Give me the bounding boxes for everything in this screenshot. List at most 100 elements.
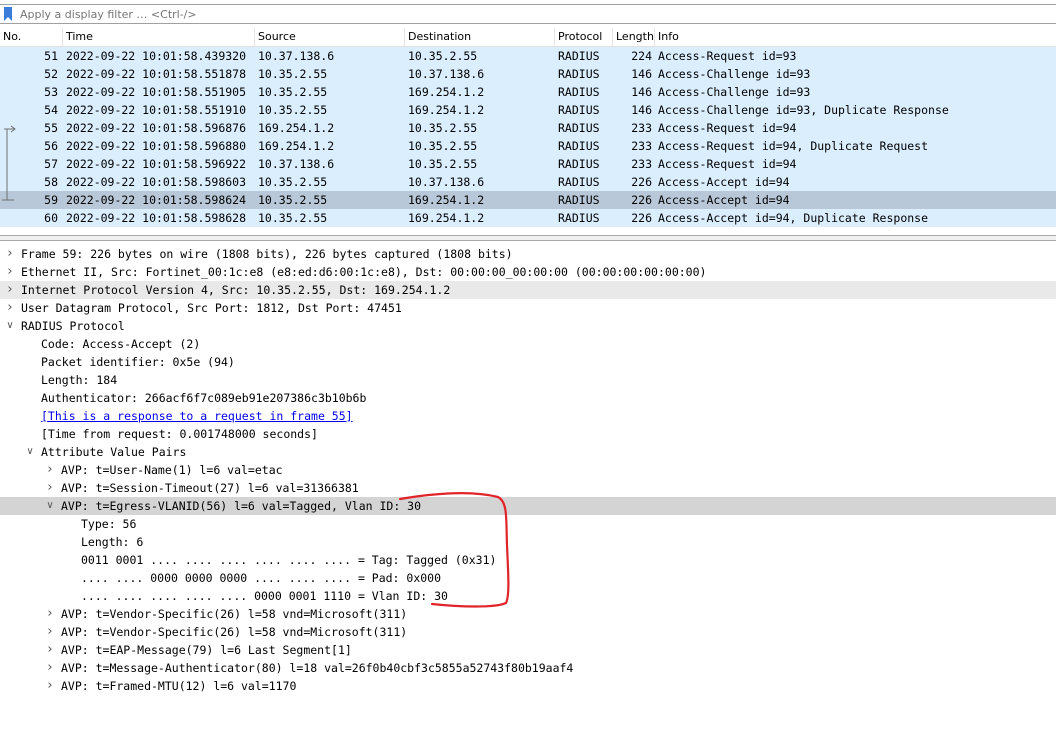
detail-tree-item[interactable]: Length: 6 [0,533,1056,551]
detail-tree-item[interactable]: › AVP: t=Framed-MTU(12) l=6 val=1170 [0,677,1056,695]
packet-length: 226 [631,211,652,225]
packet-info: Access-Request id=94 [658,121,797,135]
detail-tree-item[interactable]: Authenticator: 266acf6f7c089eb91e207386c… [0,389,1056,407]
detail-tree-item[interactable]: [This is a response to a request in fram… [0,407,1056,425]
detail-tree-label: 0011 0001 .... .... .... .... .... .... … [81,553,497,567]
detail-tree-item[interactable]: › Ethernet II, Src: Fortinet_00:1c:e8 (e8… [0,263,1056,281]
packet-row[interactable]: 58 2022-09-22 10:01:58.598603 10.35.2.55 10… [0,173,1056,191]
display-filter-input[interactable] [20,6,1020,22]
detail-tree-item[interactable]: ∨ RADIUS Protocol [0,317,1056,335]
detail-tree-label: RADIUS Protocol [21,319,125,333]
detail-tree-item[interactable]: .... .... .... .... .... 0000 0001 1110 … [0,587,1056,605]
packet-info: Access-Challenge id=93, Duplicate Respon… [658,103,949,117]
column-header-destination[interactable]: Destination [404,28,554,46]
detail-tree-item[interactable]: › AVP: t=Vendor-Specific(26) l=58 vnd=Mic… [0,623,1056,641]
collapse-chevron-icon[interactable]: › [44,461,56,479]
detail-tree-item[interactable]: [Time from request: 0.001748000 seconds] [0,425,1056,443]
packet-source: 10.35.2.55 [258,175,328,189]
packet-no: 55 [44,121,58,135]
packet-row[interactable]: 53 2022-09-22 10:01:58.551905 10.35.2.55 16… [0,83,1056,101]
packet-source: 10.37.138.6 [258,157,335,171]
detail-tree-item[interactable]: Code: Access-Accept (2) [0,335,1056,353]
detail-tree-label: Ethernet II, Src: Fortinet_00:1c:e8 (e8:… [21,265,707,279]
packet-no: 56 [44,139,58,153]
detail-tree-label: Frame 59: 226 bytes on wire (1808 bits),… [21,247,513,261]
packet-time: 2022-09-22 10:01:58.551910 [66,103,247,117]
collapse-chevron-icon[interactable]: › [44,605,56,623]
packet-row[interactable]: 60 2022-09-22 10:01:58.598628 10.35.2.55 16… [0,209,1056,227]
detail-tree-item[interactable]: › Frame 59: 226 bytes on wire (1808 bits)… [0,245,1056,263]
collapse-chevron-icon[interactable]: › [44,623,56,641]
packet-length: 146 [631,67,652,81]
collapse-chevron-icon[interactable]: › [4,281,16,299]
packet-info: Access-Accept id=94 [658,193,790,207]
detail-tree-label: AVP: t=Vendor-Specific(26) l=58 vnd=Micr… [61,625,408,639]
detail-tree-label: .... .... 0000 0000 0000 .... .... .... … [81,571,442,585]
packet-protocol: RADIUS [558,67,600,81]
packet-length: 146 [631,85,652,99]
packet-length: 146 [631,103,652,117]
packet-no: 51 [44,49,58,63]
collapse-chevron-icon[interactable]: › [4,263,16,281]
packet-row[interactable]: 54 2022-09-22 10:01:58.551910 10.35.2.55 16… [0,101,1056,119]
packet-no: 52 [44,67,58,81]
packet-time: 2022-09-22 10:01:58.598603 [66,175,247,189]
detail-tree-item[interactable]: › AVP: t=EAP-Message(79) l=6 Last Segment… [0,641,1056,659]
packet-destination: 169.254.1.2 [408,103,485,117]
column-header-time[interactable]: Time [62,28,254,46]
column-header-protocol[interactable]: Protocol [554,28,612,46]
detail-tree-item[interactable]: ∨ Attribute Value Pairs [0,443,1056,461]
column-header-length[interactable]: Length [612,28,654,46]
column-header-source[interactable]: Source [254,28,404,46]
detail-tree-item[interactable]: › AVP: t=Message-Authenticator(80) l=18 v… [0,659,1056,677]
collapse-chevron-icon[interactable]: › [44,659,56,677]
expand-chevron-icon[interactable]: ∨ [4,317,16,335]
packet-source: 169.254.1.2 [258,139,335,153]
related-frame-link[interactable]: [This is a response to a request in fram… [41,407,353,425]
detail-tree-label: Type: 56 [81,517,137,531]
pane-splitter[interactable] [0,235,1056,241]
detail-tree-label: [Time from request: 0.001748000 seconds] [41,427,318,441]
column-header-info[interactable]: Info [654,28,1056,46]
packet-time: 2022-09-22 10:01:58.598624 [66,193,247,207]
packet-info: Access-Accept id=94, Duplicate Response [658,211,929,225]
detail-tree-item[interactable]: Type: 56 [0,515,1056,533]
detail-tree-item[interactable]: › User Datagram Protocol, Src Port: 1812,… [0,299,1056,317]
bookmark-icon[interactable] [3,7,13,21]
packet-row[interactable]: 57 2022-09-22 10:01:58.596922 10.37.138.6 1… [0,155,1056,173]
detail-tree-item[interactable]: Packet identifier: 0x5e (94) [0,353,1056,371]
detail-tree-item[interactable]: › AVP: t=Session-Timeout(27) l=6 val=3136… [0,479,1056,497]
packet-length: 226 [631,193,652,207]
expand-chevron-icon[interactable]: ∨ [44,497,56,515]
packet-row[interactable]: 55 2022-09-22 10:01:58.596876 169.254.1.2 1… [0,119,1056,137]
detail-tree-item[interactable]: .... .... 0000 0000 0000 .... .... .... … [0,569,1056,587]
detail-tree-label: AVP: t=Framed-MTU(12) l=6 val=1170 [61,679,297,693]
collapse-chevron-icon[interactable]: › [44,641,56,659]
detail-tree-item[interactable]: Length: 184 [0,371,1056,389]
packet-protocol: RADIUS [558,85,600,99]
packet-no: 54 [44,103,58,117]
packet-time: 2022-09-22 10:01:58.596876 [66,121,247,135]
column-header-no[interactable]: No. [0,28,62,46]
packet-destination: 10.35.2.55 [408,121,478,135]
detail-tree-label: Internet Protocol Version 4, Src: 10.35.… [21,283,451,297]
detail-tree-item[interactable]: 0011 0001 .... .... .... .... .... .... … [0,551,1056,569]
collapse-chevron-icon[interactable]: › [4,245,16,263]
detail-tree-item[interactable]: ∨ AVP: t=Egress-VLANID(56) l=6 val=Tagged… [0,497,1056,515]
collapse-chevron-icon[interactable]: › [44,479,56,497]
packet-row[interactable]: 51 2022-09-22 10:01:58.439320 10.37.138.6 1… [0,47,1056,65]
detail-tree-label: AVP: t=Session-Timeout(27) l=6 val=31366… [61,481,359,495]
detail-tree-item[interactable]: › Internet Protocol Version 4, Src: 10.35… [0,281,1056,299]
detail-tree-item[interactable]: › AVP: t=User-Name(1) l=6 val=etac [0,461,1056,479]
expand-chevron-icon[interactable]: ∨ [24,443,36,461]
detail-tree-label: AVP: t=User-Name(1) l=6 val=etac [61,463,283,477]
detail-tree-item[interactable]: › AVP: t=Vendor-Specific(26) l=58 vnd=Mic… [0,605,1056,623]
collapse-chevron-icon[interactable]: › [44,677,56,695]
packet-row[interactable]: 59 2022-09-22 10:01:58.598624 10.35.2.55 16… [0,191,1056,209]
packet-row[interactable]: 56 2022-09-22 10:01:58.596880 169.254.1.2 1… [0,137,1056,155]
collapse-chevron-icon[interactable]: › [4,299,16,317]
packet-row[interactable]: 52 2022-09-22 10:01:58.551878 10.35.2.55 10… [0,65,1056,83]
packet-protocol: RADIUS [558,157,600,171]
detail-tree-label: Length: 6 [81,535,144,549]
packet-time: 2022-09-22 10:01:58.596880 [66,139,247,153]
